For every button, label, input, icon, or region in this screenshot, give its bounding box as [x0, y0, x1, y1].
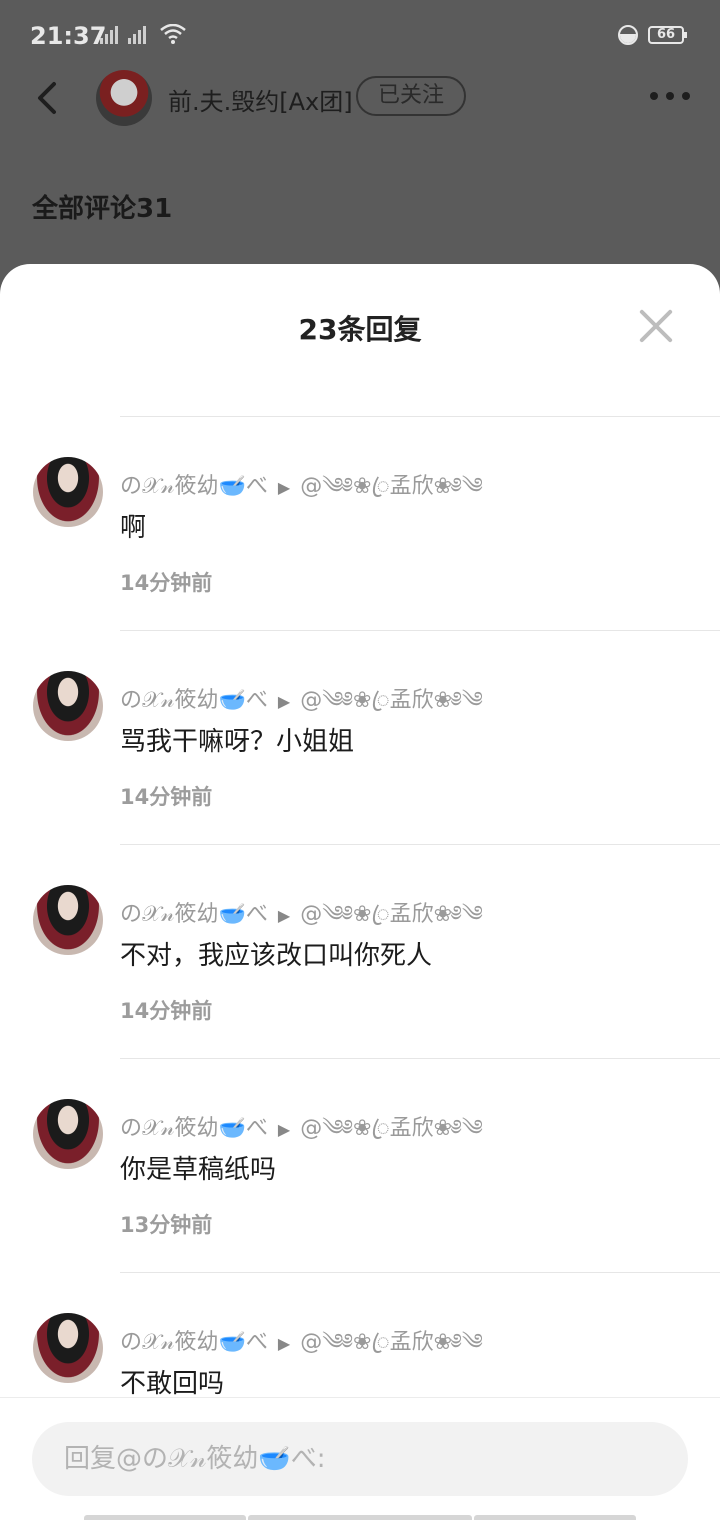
reply-text: 不对，我应该改口叫你死人 [120, 941, 433, 971]
reply-item[interactable]: の𝒳𝓃筱幼🥣べ ▶ @༄༅❀ꦿ孟欣❀༅༄ 骂我干嘛呀？小姐姐 14分钟前 [0, 631, 720, 845]
reply-text: 啊 [120, 513, 147, 543]
author-name[interactable]: の𝒳𝓃筱幼🥣べ [120, 902, 268, 927]
reply-input[interactable]: 回复@の𝒳𝓃筱幼🥣べ: [32, 1422, 688, 1496]
reply-item[interactable]: の𝒳𝓃筱幼🥣べ ▶ @༄༅❀ꦿ孟欣❀༅༄ 啊 14分钟前 [0, 417, 720, 631]
avatar[interactable] [33, 671, 103, 741]
reply-item[interactable]: の𝒳𝓃筱幼🥣べ ▶ @༄༅❀ꦿ孟欣❀༅༄ 不对，我应该改口叫你死人 14分钟前 [0, 845, 720, 1059]
back-arrow-icon[interactable] [32, 80, 66, 116]
reply-arrow-icon: ▶ [277, 1120, 291, 1139]
top-navigation: 前.夫.毁约[Ax团] 已关注 [0, 70, 720, 128]
avatar[interactable] [33, 885, 103, 955]
signal-icon [100, 26, 118, 44]
reply-target[interactable]: @༄༅❀ꦿ孟欣❀༅༄ [300, 1116, 483, 1141]
author-name[interactable]: の𝒳𝓃筱幼🥣べ [120, 474, 268, 499]
all-comments-heading: 全部评论31 [32, 194, 173, 224]
reply-time: 14分钟前 [120, 785, 213, 809]
reply-input-bar: 回复@の𝒳𝓃筱幼🥣べ: [0, 1397, 720, 1520]
username[interactable]: 前.夫.毁约[Ax团] [168, 82, 353, 117]
avatar[interactable] [33, 1313, 103, 1383]
follow-button[interactable]: 已关注 [356, 76, 466, 116]
nav-bar-segment [474, 1515, 636, 1520]
nav-bar-segment [84, 1515, 246, 1520]
reply-arrow-icon: ▶ [277, 1334, 291, 1353]
reply-time: 13分钟前 [120, 1213, 213, 1237]
reply-target[interactable]: @༄༅❀ꦿ孟欣❀༅༄ [300, 688, 483, 713]
reply-time: 14分钟前 [120, 999, 213, 1023]
avatar[interactable] [33, 1099, 103, 1169]
reply-target[interactable]: @༄༅❀ꦿ孟欣❀༅༄ [300, 474, 483, 499]
reply-target[interactable]: @༄༅❀ꦿ孟欣❀༅༄ [300, 1330, 483, 1355]
sheet-title: 23条回复 [298, 313, 422, 346]
do-not-disturb-icon [618, 25, 638, 45]
nav-bar-segment [248, 1515, 472, 1520]
reply-target[interactable]: @༄༅❀ꦿ孟欣❀༅༄ [300, 902, 483, 927]
wifi-icon [160, 24, 186, 44]
status-bar: 21:37 66 [0, 0, 720, 72]
reply-arrow-icon: ▶ [277, 478, 291, 497]
reply-text: 你是草稿纸吗 [120, 1155, 277, 1185]
more-options-icon[interactable] [650, 92, 690, 100]
author-name[interactable]: の𝒳𝓃筱幼🥣べ [120, 688, 268, 713]
avatar[interactable] [33, 457, 103, 527]
reply-text: 不敢回吗 [120, 1369, 225, 1399]
reply-arrow-icon: ▶ [277, 692, 291, 711]
signal-icon-2 [128, 26, 146, 44]
author-name[interactable]: の𝒳𝓃筱幼🥣べ [120, 1330, 268, 1355]
reply-arrow-icon: ▶ [277, 906, 291, 925]
reply-meta: の𝒳𝓃筱幼🥣べ ▶ @༄༅❀ꦿ孟欣❀༅༄ [120, 461, 483, 523]
reply-item[interactable]: の𝒳𝓃筱幼🥣べ ▶ @༄༅❀ꦿ孟欣❀༅༄ 你是草稿纸吗 13分钟前 [0, 1059, 720, 1273]
reply-text: 骂我干嘛呀？小姐姐 [120, 727, 355, 757]
author-name[interactable]: の𝒳𝓃筱幼🥣べ [120, 1116, 268, 1141]
user-avatar[interactable] [96, 70, 152, 126]
replies-sheet: 23条回复 の𝒳𝓃筱幼🥣べ ▶ @༄༅❀ꦿ孟欣❀༅༄ 啊 14分钟前 の𝒳𝓃筱幼🥣べ… [0, 264, 720, 1520]
reply-time: 14分钟前 [120, 571, 213, 595]
clock: 21:37 [30, 22, 107, 50]
battery-icon: 66 [648, 26, 687, 44]
close-icon[interactable] [638, 308, 674, 344]
